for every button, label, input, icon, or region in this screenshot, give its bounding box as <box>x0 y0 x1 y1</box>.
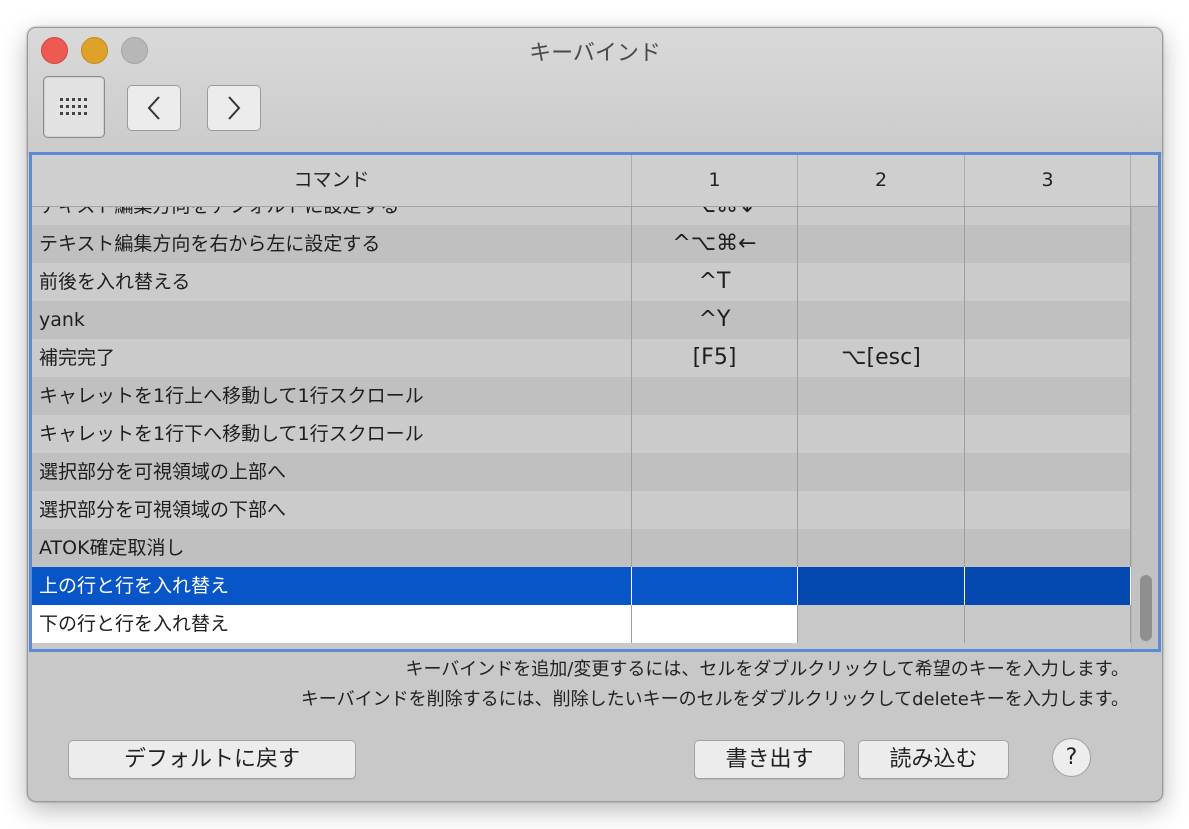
column-header-2[interactable]: 2 <box>798 155 965 206</box>
export-button[interactable]: 書き出す <box>694 740 845 779</box>
table-row[interactable]: 下の行と行を入れ替え <box>32 605 1131 643</box>
command-cell: 前後を入れ替える <box>32 263 632 301</box>
command-cell: キャレットを1行下へ移動して1行スクロール <box>32 415 632 453</box>
key1-cell[interactable]: ^Y <box>632 301 798 339</box>
info-text-add: キーバインドを追加/変更するには、セルをダブルクリックして希望のキーを入力します… <box>405 659 1129 680</box>
forward-button[interactable] <box>207 85 261 131</box>
key2-cell[interactable]: ⌥[esc] <box>798 339 965 377</box>
key2-cell[interactable] <box>798 225 965 263</box>
column-header-3[interactable]: 3 <box>965 155 1131 206</box>
grid-icon <box>60 98 87 115</box>
command-cell: 選択部分を可視領域の下部へ <box>32 491 632 529</box>
help-button[interactable]: ? <box>1052 738 1091 777</box>
key2-cell[interactable] <box>798 377 965 415</box>
key1-cell[interactable]: ^T <box>632 263 798 301</box>
key2-cell[interactable] <box>798 207 965 225</box>
table-row-selected[interactable]: 上の行と行を入れ替え <box>32 567 1131 605</box>
show-all-button[interactable] <box>43 76 105 138</box>
key3-cell[interactable] <box>965 491 1131 529</box>
table-row[interactable]: yank ^Y <box>32 301 1131 339</box>
key1-cell[interactable] <box>632 605 798 643</box>
key3-cell[interactable] <box>965 225 1131 263</box>
key3-cell[interactable] <box>965 263 1131 301</box>
key2-cell[interactable] <box>798 415 965 453</box>
key1-cell[interactable] <box>632 377 798 415</box>
import-button[interactable]: 読み込む <box>858 740 1009 779</box>
key1-cell[interactable] <box>632 453 798 491</box>
command-cell: キャレットを1行上へ移動して1行スクロール <box>32 377 632 415</box>
column-header-command[interactable]: コマンド <box>32 155 632 206</box>
key2-cell[interactable] <box>798 263 965 301</box>
table-row[interactable]: キャレットを1行下へ移動して1行スクロール <box>32 415 1131 453</box>
key2-cell[interactable] <box>798 491 965 529</box>
key3-cell[interactable] <box>965 453 1131 491</box>
table-row[interactable]: 選択部分を可視領域の上部へ <box>32 453 1131 491</box>
command-cell: テキスト編集方向をデフォルトに設定する <box>32 207 632 225</box>
back-button[interactable] <box>127 85 181 131</box>
command-cell: 上の行と行を入れ替え <box>32 567 632 605</box>
key2-cell[interactable] <box>798 301 965 339</box>
key1-cell[interactable]: ^⌥⌘← <box>632 225 798 263</box>
key1-cell[interactable]: [F5] <box>632 339 798 377</box>
table-row[interactable]: テキスト編集方向をデフォルトに設定する ^⌥⌘↓ <box>32 207 1131 225</box>
table-header: コマンド 1 2 3 <box>32 155 1158 207</box>
command-cell: 下の行と行を入れ替え <box>32 605 632 643</box>
key1-cell[interactable] <box>632 491 798 529</box>
key3-cell[interactable] <box>965 567 1131 605</box>
table-row[interactable]: テキスト編集方向を右から左に設定する ^⌥⌘← <box>32 225 1131 263</box>
table-body: テキスト編集方向をデフォルトに設定する ^⌥⌘↓ テキスト編集方向を右から左に設… <box>32 207 1131 649</box>
command-cell: テキスト編集方向を右から左に設定する <box>32 225 632 263</box>
vertical-scrollbar[interactable] <box>1131 207 1158 649</box>
table-row[interactable]: 補完完了 [F5] ⌥[esc] <box>32 339 1131 377</box>
key2-cell[interactable] <box>798 529 965 567</box>
title-bar: キーバインド <box>28 28 1162 154</box>
table-row[interactable]: ATOK確定取消し <box>32 529 1131 567</box>
key3-cell[interactable] <box>965 415 1131 453</box>
key2-cell[interactable] <box>798 453 965 491</box>
table-row[interactable]: キャレットを1行上へ移動して1行スクロール <box>32 377 1131 415</box>
keybinding-table[interactable]: コマンド 1 2 3 テキスト編集方向をデフォルトに設定する ^⌥⌘↓ テキスト… <box>29 152 1161 652</box>
key2-cell[interactable] <box>798 605 965 643</box>
keybinding-window: キーバインド コマンド 1 2 3 テキスト編集方向を右から左に設定する ^⌥⌘… <box>27 27 1163 802</box>
key3-cell[interactable] <box>965 377 1131 415</box>
column-header-1[interactable]: 1 <box>632 155 798 206</box>
scrollbar-thumb[interactable] <box>1140 575 1152 641</box>
chevron-right-icon <box>228 96 241 120</box>
key3-cell[interactable] <box>965 529 1131 567</box>
window-title: キーバインド <box>529 41 661 66</box>
command-cell: 選択部分を可視領域の上部へ <box>32 453 632 491</box>
key3-cell[interactable] <box>965 605 1131 643</box>
command-cell: yank <box>32 301 632 339</box>
table-row[interactable]: 選択部分を可視領域の下部へ <box>32 491 1131 529</box>
key1-cell[interactable] <box>632 415 798 453</box>
command-cell: 補完完了 <box>32 339 632 377</box>
key3-cell[interactable] <box>965 301 1131 339</box>
table-row[interactable]: 前後を入れ替える ^T <box>32 263 1131 301</box>
command-cell: ATOK確定取消し <box>32 529 632 567</box>
key3-cell[interactable] <box>965 207 1131 225</box>
key1-cell[interactable] <box>632 529 798 567</box>
key1-cell[interactable]: ^⌥⌘↓ <box>632 207 798 225</box>
info-text-delete: キーバインドを削除するには、削除したいキーのセルをダブルクリックしてdelete… <box>300 689 1129 710</box>
key3-cell[interactable] <box>965 339 1131 377</box>
key1-cell[interactable] <box>632 567 798 605</box>
restore-defaults-button[interactable]: デフォルトに戻す <box>68 740 356 779</box>
chevron-left-icon <box>147 96 160 120</box>
key2-cell[interactable] <box>798 567 965 605</box>
